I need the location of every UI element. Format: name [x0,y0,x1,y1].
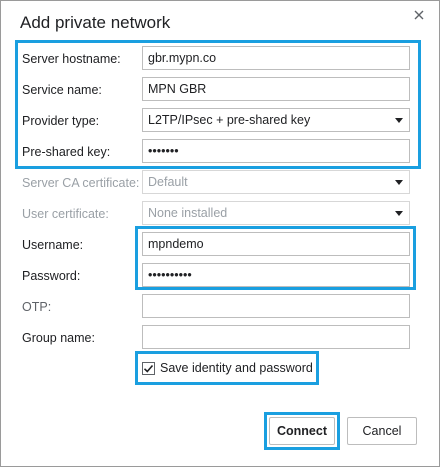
server-hostname-label: Server hostname: [22,52,121,66]
otp-row: OTP: [1,294,440,322]
password-label: Password: [22,269,81,283]
close-icon[interactable] [411,7,427,23]
pre-shared-key-label: Pre-shared key: [22,145,111,159]
username-label: Username: [22,238,84,252]
dialog-title: Add private network [20,13,171,32]
provider-type-select[interactable]: L2TP/IPsec + pre-shared key [142,108,410,132]
add-private-network-dialog: Add private network Server hostname: gbr… [0,0,440,467]
server-hostname-input[interactable]: gbr.mypn.co [142,46,410,70]
pre-shared-key-input[interactable]: ••••••• [142,139,410,163]
otp-input[interactable] [142,294,410,318]
service-name-row: Service name: MPN GBR [1,77,440,105]
provider-type-row: Provider type: L2TP/IPsec + pre-shared k… [1,108,440,136]
service-name-label: Service name: [22,83,102,97]
group-name-row: Group name: [1,325,440,353]
user-certificate-row: User certificate: None installed [1,201,440,229]
server-ca-certificate-row: Server CA certificate: Default [1,170,440,198]
provider-type-label: Provider type: [22,114,100,128]
username-row: Username: mpndemo [1,232,440,260]
server-ca-certificate-label: Server CA certificate: [22,176,140,190]
group-name-label: Group name: [22,331,95,345]
password-row: Password: •••••••••• [1,263,440,291]
server-ca-certificate-select[interactable]: Default [142,170,410,194]
chevron-down-icon [395,211,403,216]
server-ca-certificate-value: Default [148,175,188,189]
username-input[interactable]: mpndemo [142,232,410,256]
chevron-down-icon [395,118,403,123]
cancel-button[interactable]: Cancel [347,417,417,445]
provider-type-value: L2TP/IPsec + pre-shared key [148,113,311,127]
save-identity-label: Save identity and password [160,361,313,375]
user-certificate-label: User certificate: [22,207,109,221]
service-name-input[interactable]: MPN GBR [142,77,410,101]
group-name-input[interactable] [142,325,410,349]
server-hostname-row: Server hostname: gbr.mypn.co [1,46,440,74]
pre-shared-key-row: Pre-shared key: ••••••• [1,139,440,167]
save-identity-checkbox-row[interactable]: Save identity and password [142,358,313,378]
user-certificate-value: None installed [148,206,228,220]
chevron-down-icon [395,180,403,185]
password-input[interactable]: •••••••••• [142,263,410,287]
checkmark-icon [143,364,154,373]
save-identity-checkbox[interactable] [142,361,155,375]
otp-label: OTP: [22,300,52,314]
user-certificate-select[interactable]: None installed [142,201,410,225]
connect-button[interactable]: Connect [269,417,335,445]
